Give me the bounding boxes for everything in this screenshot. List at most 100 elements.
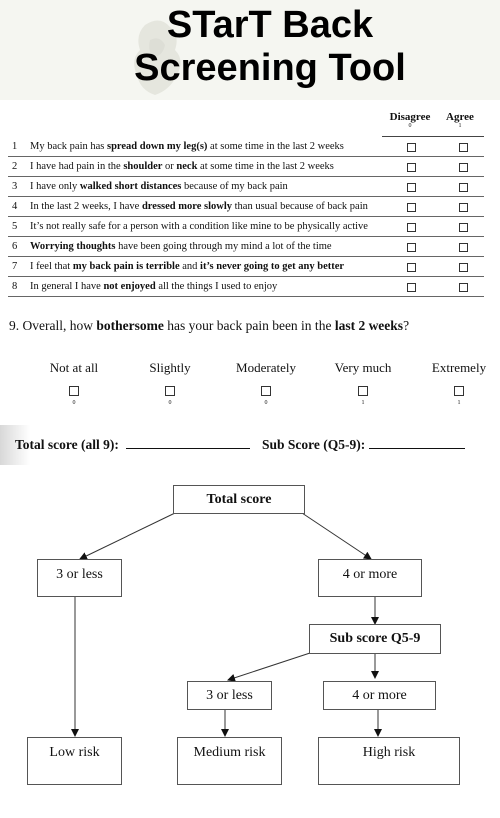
text-fragment: has your back pain been in the <box>163 318 335 333</box>
total-score-input[interactable] <box>126 437 251 449</box>
question-row: 8 In general I have not enjoyed all the t… <box>8 277 484 297</box>
flowchart-total-score: Total score <box>173 485 305 514</box>
question-number: 5 <box>12 221 18 232</box>
disagree-label: Disagree <box>389 111 431 123</box>
question-number: 8 <box>12 281 18 292</box>
bothersome-option[interactable]: Not at all 0 <box>34 360 114 407</box>
emphasized-text: shoulder <box>123 161 163 172</box>
option-score: 0 <box>72 400 76 406</box>
option-checkbox[interactable] <box>261 386 271 396</box>
question-row: 5 It’s not really safe for a person with … <box>8 217 484 237</box>
option-checkbox[interactable] <box>165 386 175 396</box>
agree-checkbox[interactable] <box>459 143 468 152</box>
disagree-checkbox[interactable] <box>407 223 416 232</box>
bothersome-option[interactable]: Very much 1 <box>323 360 403 407</box>
question-row: 1 My back pain has spread down my leg(s) … <box>8 137 484 157</box>
option-score: 0 <box>264 400 268 406</box>
text-fragment: at some time in the last 2 weeks <box>207 141 344 152</box>
sub-score-field: Sub Score (Q5-9): <box>262 437 465 453</box>
text-fragment: and <box>179 261 201 272</box>
column-header-agree: Agree 1 <box>440 112 480 130</box>
question-row: 3 I have only walked short distances beca… <box>8 177 484 197</box>
disagree-checkbox[interactable] <box>407 143 416 152</box>
flowchart-high-risk: High risk <box>318 737 460 785</box>
flowchart-total-3-or-less: 3 or less <box>37 559 122 597</box>
question-number: 7 <box>12 261 18 272</box>
question-text: In general I have not enjoyed all the th… <box>30 281 277 292</box>
text-fragment: In the last 2 weeks, I have <box>30 201 142 212</box>
option-score: 1 <box>361 400 365 406</box>
option-label: Extremely <box>431 360 487 375</box>
sub-score-input[interactable] <box>368 437 465 449</box>
page-title: STarT Back Screening Tool <box>0 4 500 90</box>
disagree-checkbox[interactable] <box>407 163 416 172</box>
disagree-checkbox[interactable] <box>407 283 416 292</box>
emphasized-text: dressed more slowly <box>141 201 232 212</box>
emphasized-text: Worrying thoughts <box>30 241 116 252</box>
agree-checkbox[interactable] <box>459 223 468 232</box>
question-number: 1 <box>12 141 18 152</box>
question-number: 4 <box>12 201 18 212</box>
emphasized-text: last 2 weeks <box>334 318 404 333</box>
flowchart-low-risk: Low risk <box>27 737 122 785</box>
disagree-checkbox[interactable] <box>407 203 416 212</box>
disagree-score: 0 <box>408 123 412 129</box>
emphasized-text: it’s never going to get any better <box>200 261 345 272</box>
text-fragment: I have had pain in the <box>30 161 124 172</box>
arrow-subscore-to-sub-left <box>227 652 311 682</box>
question-text: My back pain has spread down my leg(s) a… <box>30 141 344 152</box>
flowchart-sub-score: Sub score Q5-9 <box>309 624 441 654</box>
arrow-total-to-right <box>301 512 372 560</box>
question-number: 2 <box>12 161 18 172</box>
emphasized-text: neck <box>176 161 198 172</box>
bothersome-option[interactable]: Moderately 0 <box>226 360 306 407</box>
sub-score-label: Sub Score (Q5-9): <box>262 437 366 452</box>
emphasized-text: walked short distances <box>79 181 182 192</box>
option-checkbox[interactable] <box>69 386 79 396</box>
agree-score: 1 <box>458 123 462 129</box>
question-text: Worrying thoughts have been going throug… <box>30 241 332 252</box>
option-checkbox[interactable] <box>358 386 368 396</box>
text-fragment: I feel that <box>30 261 73 272</box>
total-score-label: Total score (all 9): <box>15 437 119 452</box>
option-checkbox[interactable] <box>454 386 464 396</box>
text-fragment: It’s not really safe for a person with a… <box>30 221 368 232</box>
question-row: 6 Worrying thoughts have been going throu… <box>8 237 484 257</box>
bothersome-option[interactable]: Slightly 0 <box>130 360 210 407</box>
bothersome-option[interactable]: Extremely 1 <box>419 360 499 407</box>
question-text: It’s not really safe for a person with a… <box>30 221 368 232</box>
text-fragment: all the things I used to enjoy <box>155 281 278 292</box>
question-number: 6 <box>12 241 18 252</box>
question-row: 2 I have had pain in the shoulder or neck… <box>8 157 484 177</box>
text-fragment: at some time in the last 2 weeks <box>197 161 334 172</box>
disagree-checkbox[interactable] <box>407 183 416 192</box>
total-score-field: Total score (all 9): <box>15 437 251 453</box>
column-header-disagree: Disagree 0 <box>386 112 434 130</box>
disagree-checkbox[interactable] <box>407 243 416 252</box>
text-fragment: My back pain has <box>30 141 107 152</box>
agree-checkbox[interactable] <box>459 283 468 292</box>
text-fragment: have been going through my mind a lot of… <box>115 241 332 252</box>
text-fragment: I have only <box>30 181 80 192</box>
option-score: 0 <box>168 400 172 406</box>
option-label: Slightly <box>149 360 191 375</box>
agree-label: Agree <box>446 111 474 123</box>
header-banner: STarT Back Screening Tool <box>0 0 500 100</box>
agree-checkbox[interactable] <box>459 243 468 252</box>
title-line-1: STarT Back <box>166 4 374 46</box>
flowchart-sub-4-or-more: 4 or more <box>323 681 436 710</box>
emphasized-text: bothersome <box>96 318 164 333</box>
disagree-checkbox[interactable] <box>407 263 416 272</box>
agree-checkbox[interactable] <box>459 263 468 272</box>
agree-checkbox[interactable] <box>459 163 468 172</box>
agree-checkbox[interactable] <box>459 203 468 212</box>
question-text: I feel that my back pain is terrible and… <box>30 261 344 272</box>
option-label: Moderately <box>236 360 296 375</box>
emphasized-text: spread down my leg(s) <box>106 141 208 152</box>
text-fragment: ? <box>403 318 410 333</box>
option-label: Very much <box>334 360 392 375</box>
question-row: 4 In the last 2 weeks, I have dressed mor… <box>8 197 484 217</box>
flowchart-medium-risk: Medium risk <box>177 737 282 785</box>
agree-checkbox[interactable] <box>459 183 468 192</box>
flowchart-total-4-or-more: 4 or more <box>318 559 422 597</box>
